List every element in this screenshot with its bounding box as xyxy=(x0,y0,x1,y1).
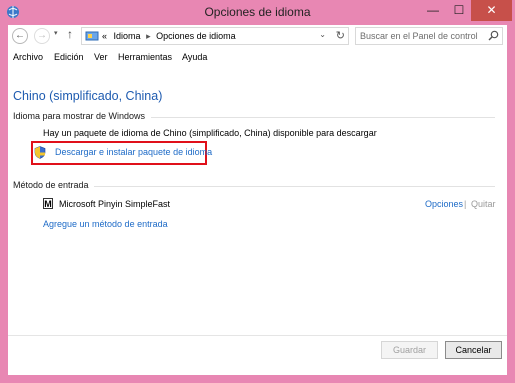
breadcrumb-separator[interactable]: ▸ xyxy=(146,31,151,41)
input-method-name: Microsoft Pinyin SimpleFast xyxy=(59,199,171,209)
breadcrumb-overflow[interactable]: « xyxy=(102,31,107,41)
menu-ayuda[interactable]: Ayuda xyxy=(182,52,207,62)
address-row: ← → ▾ ↑ « Idioma ▸ Opciones de idioma ⌄ … xyxy=(8,25,507,47)
remove-input-method-link: Quitar xyxy=(471,199,496,209)
address-bar[interactable]: « Idioma ▸ Opciones de idioma ⌄ ↻ xyxy=(81,27,349,45)
display-language-section-label: Idioma para mostrar de Windows xyxy=(13,111,146,121)
maximize-button[interactable]: ☐ xyxy=(446,0,472,21)
title-bar[interactable]: Opciones de idioma — ☐ ✕ xyxy=(0,0,515,25)
input-method-section-label: Método de entrada xyxy=(13,180,89,190)
menu-edicion[interactable]: Edición xyxy=(54,52,84,62)
control-panel-icon xyxy=(85,31,99,41)
recent-locations-icon[interactable]: ▾ xyxy=(54,29,58,37)
menu-bar: Archivo Edición Ver Herramientas Ayuda xyxy=(8,51,507,67)
close-button[interactable]: ✕ xyxy=(471,0,512,21)
search-input[interactable] xyxy=(356,28,486,44)
minimize-button[interactable]: — xyxy=(420,0,446,21)
input-method-options-link[interactable]: Opciones xyxy=(425,199,463,209)
menu-archivo[interactable]: Archivo xyxy=(13,52,43,62)
search-box[interactable] xyxy=(355,27,503,45)
menu-herramientas[interactable]: Herramientas xyxy=(118,52,172,62)
breadcrumb-item-opciones[interactable]: Opciones de idioma xyxy=(156,31,236,41)
section-divider xyxy=(151,117,495,118)
link-separator: | xyxy=(464,199,467,209)
add-input-method-link[interactable]: Agregue un método de entrada xyxy=(43,219,168,229)
window: Opciones de idioma — ☐ ✕ ← → ▾ ↑ « Idiom… xyxy=(0,0,515,383)
forward-button[interactable]: → xyxy=(34,28,50,44)
up-button[interactable]: ↑ xyxy=(67,27,73,41)
search-icon[interactable] xyxy=(488,30,499,41)
back-button[interactable]: ← xyxy=(12,28,28,44)
cancel-button[interactable]: Cancelar xyxy=(445,341,502,359)
language-pack-message: Hay un paquete de idioma de Chino (simpl… xyxy=(43,128,377,138)
address-dropdown-icon[interactable]: ⌄ xyxy=(319,30,326,39)
page-title: Chino (simplificado, China) xyxy=(13,89,163,103)
uac-shield-icon xyxy=(34,146,46,159)
breadcrumb: « Idioma ▸ Opciones de idioma xyxy=(102,31,236,42)
save-button: Guardar xyxy=(381,341,438,359)
refresh-icon[interactable]: ↻ xyxy=(336,29,345,42)
section-divider xyxy=(94,186,495,187)
download-language-pack-link[interactable]: Descargar e instalar paquete de idioma xyxy=(55,147,212,157)
input-method-icon: M xyxy=(43,198,53,209)
footer-divider xyxy=(8,335,507,336)
breadcrumb-item-idioma[interactable]: Idioma xyxy=(114,31,141,41)
menu-ver[interactable]: Ver xyxy=(94,52,108,62)
